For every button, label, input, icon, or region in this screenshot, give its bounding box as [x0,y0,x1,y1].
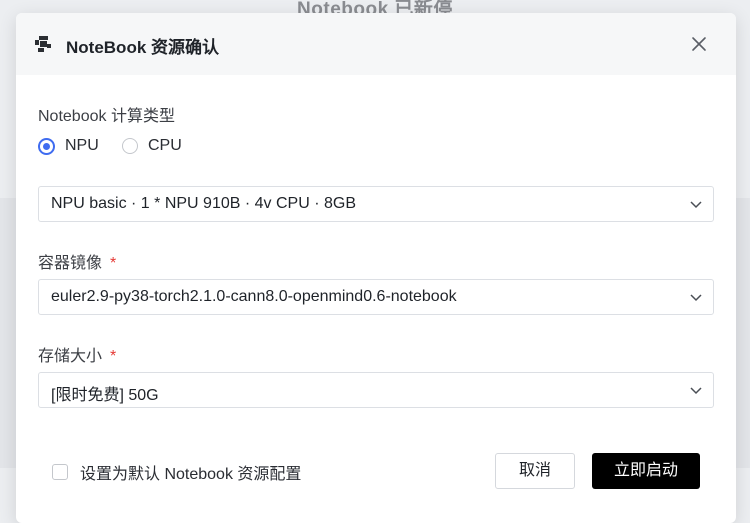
close-icon[interactable] [688,33,710,55]
compute-type-label: Notebook 计算类型 [38,108,175,125]
radio-npu-label: NPU [65,137,99,154]
radio-cpu-label: CPU [148,137,182,154]
storage-size-label-text: 存储大小 [38,348,103,365]
radio-checked-icon[interactable] [38,137,55,155]
compute-spec-value: NPU basic · 1 * NPU 910B · 4v CPU · 8GB [51,195,356,212]
chevron-down-icon [690,201,702,209]
cancel-button[interactable]: 取消 [495,453,575,489]
radio-unchecked-icon[interactable] [122,138,138,154]
required-mark: * [110,255,117,272]
required-mark: * [110,348,117,365]
compute-spec-select[interactable]: NPU basic · 1 * NPU 910B · 4v CPU · 8GB [38,186,714,222]
storage-size-select[interactable]: [限时免费] 50G [38,372,714,408]
storage-size-value: [限时免费] 50G [51,387,159,404]
radio-cpu[interactable]: CPU [122,137,182,155]
dialog-title: NoteBook 资源确认 [66,38,219,57]
set-default-label[interactable]: 设置为默认 Notebook 资源配置 [80,460,301,484]
dialog-header: NoteBook 资源确认 [16,13,736,75]
storage-size-label: 存储大小 * [38,342,116,366]
radio-npu[interactable]: NPU [38,137,99,155]
checkbox-box[interactable] [52,464,68,480]
container-image-label-text: 容器镜像 [38,255,103,272]
container-image-select[interactable]: euler2.9-py38-torch2.1.0-cann8.0-openmin… [38,279,714,315]
container-image-value: euler2.9-py38-torch2.1.0-cann8.0-openmin… [51,288,457,305]
start-now-button[interactable]: 立即启动 [592,453,700,489]
chevron-down-icon [690,387,702,395]
set-default-checkbox[interactable]: 设置为默认 Notebook 资源配置 [52,460,301,484]
notebook-logo-icon [35,36,51,52]
container-image-label: 容器镜像 * [38,249,116,273]
resource-confirm-dialog: NoteBook 资源确认 Notebook 计算类型 NPU CPU NPU … [16,13,736,523]
chevron-down-icon [690,294,702,302]
